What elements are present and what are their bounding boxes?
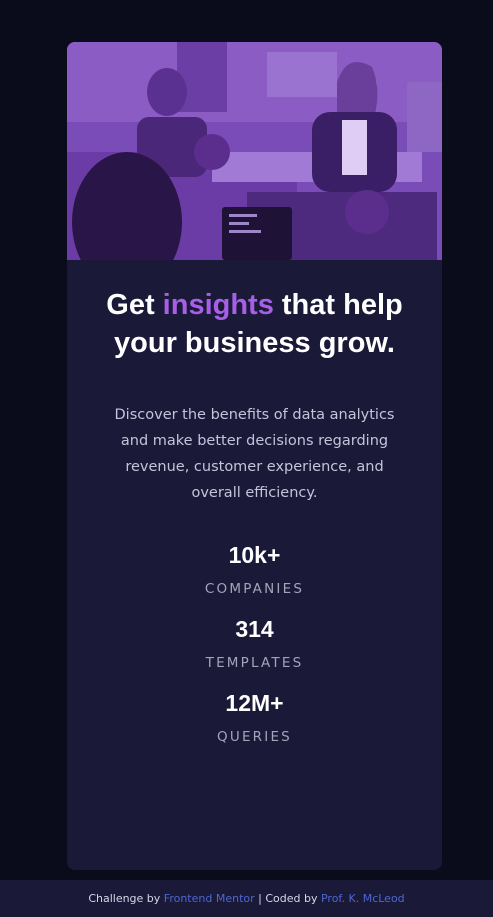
title-prefix: Get bbox=[106, 289, 163, 321]
attribution-footer: Challenge by Frontend Mentor | Coded by … bbox=[0, 880, 493, 917]
stat-label: TEMPLATES bbox=[205, 655, 304, 671]
office-image bbox=[67, 42, 442, 260]
card-title: Get insights that help your business gro… bbox=[105, 286, 405, 362]
stats-card: Get insights that help your business gro… bbox=[67, 42, 442, 870]
footer-coded-by: Coded by bbox=[265, 892, 321, 905]
stat-label: QUERIES bbox=[217, 729, 292, 745]
title-accent-word: insights bbox=[162, 289, 274, 321]
card-content: Get insights that help your business gro… bbox=[67, 260, 442, 762]
author-link[interactable]: Prof. K. McLeod bbox=[321, 892, 405, 905]
stat-queries: 12M+ QUERIES bbox=[67, 688, 442, 746]
hero-image bbox=[67, 42, 442, 260]
stats-list: 10k+ COMPANIES 314 TEMPLATES 12M+ QUERIE… bbox=[67, 540, 442, 746]
footer-prefix: Challenge by bbox=[88, 892, 164, 905]
stat-companies: 10k+ COMPANIES bbox=[67, 540, 442, 598]
card-description: Discover the benefits of data analytics … bbox=[114, 407, 395, 501]
footer-separator: | bbox=[254, 892, 266, 905]
stat-templates: 314 TEMPLATES bbox=[67, 614, 442, 672]
frontend-mentor-link[interactable]: Frontend Mentor bbox=[164, 892, 255, 905]
stat-label: COMPANIES bbox=[204, 581, 305, 597]
stat-value: 314 bbox=[235, 616, 274, 642]
stat-value: 12M+ bbox=[225, 690, 284, 716]
stat-value: 10k+ bbox=[228, 542, 281, 568]
